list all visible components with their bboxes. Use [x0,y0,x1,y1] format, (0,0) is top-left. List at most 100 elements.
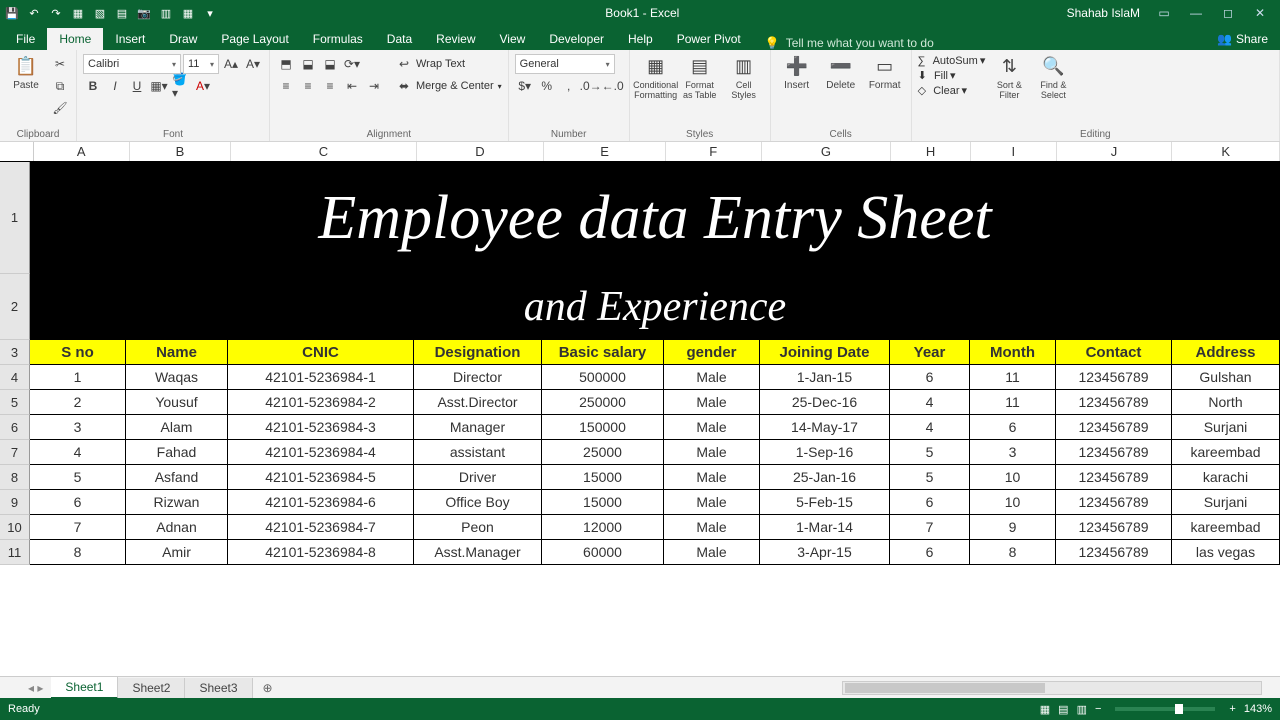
row-header-7[interactable]: 7 [0,440,30,465]
delete-cells-button[interactable]: ➖ Delete [821,54,861,91]
cell[interactable]: Male [664,465,760,490]
row-header-10[interactable]: 10 [0,515,30,540]
hdr-gender[interactable]: gender [664,340,760,365]
sheet-tab-3[interactable]: Sheet3 [185,678,252,698]
increase-indent-icon[interactable]: ⇥ [364,76,384,96]
hdr-cnic[interactable]: CNIC [228,340,414,365]
orientation-icon[interactable]: ⟳▾ [342,54,362,74]
cell[interactable]: 42101-5236984-1 [228,365,414,390]
align-right-icon[interactable]: ≡ [320,76,340,96]
qat-icon-3[interactable]: ▤ [114,5,130,21]
cell[interactable]: 250000 [542,390,664,415]
row-header-4[interactable]: 4 [0,365,30,390]
cell[interactable]: 25-Jan-16 [760,465,890,490]
cell[interactable]: 8 [30,540,126,565]
cell[interactable]: 5-Feb-15 [760,490,890,515]
align-left-icon[interactable]: ≡ [276,76,296,96]
cell[interactable]: 123456789 [1056,490,1172,515]
cell[interactable]: Adnan [126,515,228,540]
font-color-icon[interactable]: A▾ [193,76,213,96]
cell[interactable]: 123456789 [1056,515,1172,540]
scroll-thumb[interactable] [845,683,1045,693]
cell[interactable]: Male [664,515,760,540]
row-header-8[interactable]: 8 [0,465,30,490]
close-icon[interactable]: ✕ [1244,3,1276,23]
paste-button[interactable]: 📋 Paste [6,54,46,91]
qat-icon-5[interactable]: ▦ [180,5,196,21]
camera-icon[interactable]: 📷 [136,5,152,21]
cell[interactable]: 6 [970,415,1056,440]
currency-icon[interactable]: $▾ [515,76,535,96]
cell[interactable]: 4 [890,390,970,415]
format-as-table-button[interactable]: ▤ Format as Table [680,54,720,100]
cell[interactable]: Male [664,540,760,565]
qat-icon-4[interactable]: ▥ [158,5,174,21]
align-middle-icon[interactable]: ⬓ [298,54,318,74]
cell[interactable]: 42101-5236984-7 [228,515,414,540]
cell[interactable]: Asfand [126,465,228,490]
cell[interactable]: Male [664,415,760,440]
hdr-contact[interactable]: Contact [1056,340,1172,365]
col-header-c[interactable]: C [231,142,416,161]
undo-icon[interactable]: ↶ [26,5,42,21]
cell[interactable]: 11 [970,365,1056,390]
italic-button[interactable]: I [105,76,125,96]
hdr-designation[interactable]: Designation [414,340,542,365]
borders-icon[interactable]: ▦▾ [149,76,169,96]
cell[interactable]: 5 [890,465,970,490]
col-header-j[interactable]: J [1057,142,1173,161]
cell[interactable]: Waqas [126,365,228,390]
tab-draw[interactable]: Draw [157,28,209,50]
col-header-i[interactable]: I [971,142,1057,161]
cell[interactable]: Driver [414,465,542,490]
font-name-select[interactable]: Calibri [83,54,181,74]
ribbon-options-icon[interactable]: ▭ [1148,3,1180,23]
cell[interactable]: karachi [1172,465,1280,490]
user-name[interactable]: Shahab IslaM [1067,6,1140,20]
minimize-icon[interactable]: — [1180,3,1212,23]
hdr-month[interactable]: Month [970,340,1056,365]
qat-icon-2[interactable]: ▧ [92,5,108,21]
normal-view-icon[interactable]: ▦ [1040,703,1050,716]
tab-help[interactable]: Help [616,28,665,50]
format-cells-button[interactable]: ▭ Format [865,54,905,91]
horizontal-scrollbar[interactable] [842,681,1262,695]
hdr-name[interactable]: Name [126,340,228,365]
cell[interactable]: 123456789 [1056,415,1172,440]
save-icon[interactable]: 💾 [4,5,20,21]
row-header-9[interactable]: 9 [0,490,30,515]
cell[interactable]: 10 [970,465,1056,490]
comma-icon[interactable]: , [559,76,579,96]
cell[interactable]: 500000 [542,365,664,390]
maximize-icon[interactable]: ◻ [1212,3,1244,23]
cell[interactable]: 1-Mar-14 [760,515,890,540]
tab-power-pivot[interactable]: Power Pivot [665,28,753,50]
cell[interactable]: Male [664,390,760,415]
cell[interactable]: 3-Apr-15 [760,540,890,565]
cell[interactable]: 42101-5236984-6 [228,490,414,515]
cell[interactable]: 6 [30,490,126,515]
zoom-slider[interactable] [1115,707,1215,711]
hdr-joining[interactable]: Joining Date [760,340,890,365]
cell[interactable]: 1-Jan-15 [760,365,890,390]
cell[interactable]: 25-Dec-16 [760,390,890,415]
find-select-button[interactable]: 🔍 Find & Select [1033,54,1073,100]
cell[interactable]: 150000 [542,415,664,440]
qat-icon-1[interactable]: ▦ [70,5,86,21]
cell[interactable]: 14-May-17 [760,415,890,440]
cell[interactable]: 7 [890,515,970,540]
col-header-g[interactable]: G [762,142,892,161]
cell[interactable]: 123456789 [1056,365,1172,390]
cell[interactable]: Yousuf [126,390,228,415]
cell[interactable]: Manager [414,415,542,440]
cell[interactable]: Male [664,440,760,465]
row-header-11[interactable]: 11 [0,540,30,565]
cell[interactable]: 25000 [542,440,664,465]
copy-icon[interactable]: ⧉ [50,76,70,96]
wrap-text-button[interactable]: ↩ Wrap Text [394,54,502,74]
col-header-b[interactable]: B [130,142,232,161]
col-header-h[interactable]: H [891,142,971,161]
align-bottom-icon[interactable]: ⬓ [320,54,340,74]
tab-file[interactable]: File [4,28,47,50]
decrease-decimal-icon[interactable]: ←.0 [603,76,623,96]
